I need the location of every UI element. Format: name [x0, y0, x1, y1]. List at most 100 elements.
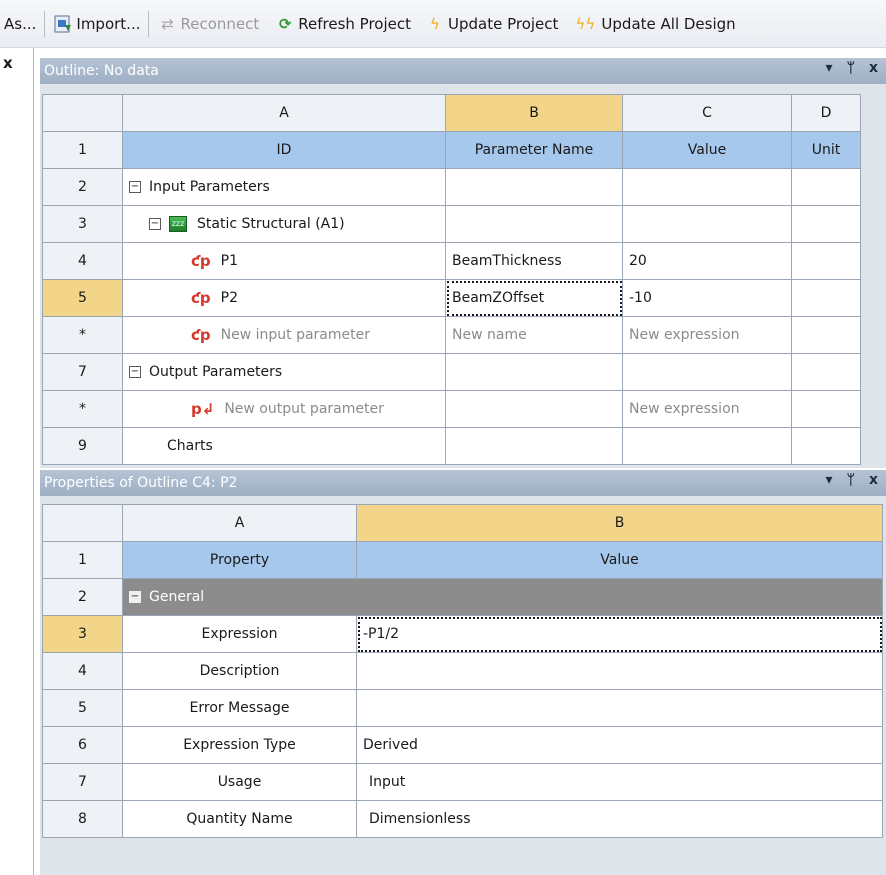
- table-row: * ƈp New input parameter New name New exp…: [42, 316, 861, 354]
- new-expression-cell[interactable]: New expression: [622, 390, 792, 428]
- row-number[interactable]: 3: [42, 205, 123, 243]
- toolbar: As... Import... ⇄ Reconnect ⟳ Refresh Pr…: [0, 0, 886, 48]
- dropdown-icon[interactable]: ▾: [826, 60, 833, 76]
- cell[interactable]: [791, 390, 861, 428]
- row-number[interactable]: 6: [42, 726, 123, 764]
- reconnect-icon: ⇄: [161, 14, 174, 33]
- input-parameter-icon: ƈp: [191, 326, 211, 344]
- import-button[interactable]: Import...: [49, 9, 144, 39]
- parameter-value-cell[interactable]: -10: [622, 279, 792, 317]
- toolbar-separator: [148, 10, 150, 37]
- divider: [33, 48, 34, 875]
- cell[interactable]: [791, 427, 861, 465]
- static-structural-item[interactable]: − zzz Static Structural (A1): [122, 205, 446, 243]
- unit-cell[interactable]: [791, 316, 861, 354]
- update-all-button[interactable]: ϟϟ Update All Design: [568, 9, 739, 39]
- row-number[interactable]: *: [42, 390, 123, 428]
- parameter-value-cell[interactable]: 20: [622, 242, 792, 280]
- cell[interactable]: [445, 168, 623, 206]
- parameter-p2[interactable]: ƈp P2: [122, 279, 446, 317]
- cell[interactable]: [622, 427, 792, 465]
- dropdown-icon[interactable]: ▾: [826, 472, 833, 488]
- cell[interactable]: [445, 427, 623, 465]
- row-number[interactable]: 5: [42, 279, 123, 317]
- quantity-name-value[interactable]: Dimensionless: [356, 800, 883, 838]
- cell[interactable]: [622, 205, 792, 243]
- new-output-parameter[interactable]: p↲ New output parameter: [122, 390, 446, 428]
- unit-cell[interactable]: [791, 279, 861, 317]
- refresh-project-button[interactable]: ⟳ Refresh Project: [271, 9, 415, 39]
- parameter-name-cell[interactable]: BeamThickness: [445, 242, 623, 280]
- unit-cell[interactable]: [791, 242, 861, 280]
- output-parameters-group[interactable]: − Output Parameters: [122, 353, 446, 391]
- row-number[interactable]: 1: [42, 131, 123, 169]
- cell[interactable]: [622, 168, 792, 206]
- outline-title: Outline: No data: [44, 63, 159, 79]
- input-parameters-group[interactable]: − Input Parameters: [122, 168, 446, 206]
- cell[interactable]: [445, 390, 623, 428]
- row-number[interactable]: 4: [42, 242, 123, 280]
- column-header-d[interactable]: D: [791, 94, 861, 132]
- cell[interactable]: [791, 205, 861, 243]
- row-number[interactable]: 7: [42, 763, 123, 801]
- new-input-label: New input parameter: [220, 327, 370, 343]
- row-number[interactable]: 2: [42, 578, 123, 616]
- cell[interactable]: [445, 353, 623, 391]
- table-row: 4 Description: [42, 652, 883, 690]
- pin-icon[interactable]: ᛘ: [847, 472, 855, 488]
- properties-panel-header: Properties of Outline C4: P2 ▾ ᛘ x: [40, 470, 886, 496]
- column-header-a[interactable]: A: [122, 504, 357, 542]
- collapse-icon[interactable]: −: [129, 181, 141, 193]
- row-number[interactable]: 7: [42, 353, 123, 391]
- close-icon[interactable]: x: [3, 54, 13, 72]
- reconnect-button[interactable]: ⇄ Reconnect: [153, 9, 263, 39]
- table-row: 5 ƈp P2 BeamZOffset -10: [42, 279, 861, 317]
- corner-cell[interactable]: [42, 504, 123, 542]
- properties-title: Properties of Outline C4: P2: [44, 475, 238, 491]
- expression-value[interactable]: -P1/2: [356, 615, 883, 653]
- close-icon[interactable]: x: [869, 472, 878, 488]
- save-as-button[interactable]: As...: [0, 9, 40, 39]
- row-number[interactable]: 9: [42, 427, 123, 465]
- charts-item[interactable]: Charts: [122, 427, 446, 465]
- new-expression-cell[interactable]: New expression: [622, 316, 792, 354]
- pin-icon[interactable]: ᛘ: [847, 60, 855, 76]
- cell[interactable]: [791, 353, 861, 391]
- cell[interactable]: [622, 353, 792, 391]
- property-name: Expression: [122, 615, 357, 653]
- collapse-icon[interactable]: −: [129, 366, 141, 378]
- row-number[interactable]: *: [42, 316, 123, 354]
- row-number[interactable]: 8: [42, 800, 123, 838]
- new-input-parameter[interactable]: ƈp New input parameter: [122, 316, 446, 354]
- parameter-p1[interactable]: ƈp P1: [122, 242, 446, 280]
- header-property: Property: [122, 541, 357, 579]
- general-group[interactable]: − General: [122, 578, 883, 616]
- update-project-button[interactable]: ϟ Update Project: [421, 9, 562, 39]
- row-number[interactable]: 3: [42, 615, 123, 653]
- error-message-value: [356, 689, 883, 727]
- column-header-row: A B C D: [42, 94, 861, 132]
- close-icon[interactable]: x: [869, 60, 878, 76]
- row-number[interactable]: 2: [42, 168, 123, 206]
- cell[interactable]: [445, 205, 623, 243]
- column-header-b[interactable]: B: [356, 504, 883, 542]
- import-icon: [53, 14, 73, 34]
- column-header-a[interactable]: A: [122, 94, 446, 132]
- row-number[interactable]: 1: [42, 541, 123, 579]
- collapse-icon[interactable]: −: [149, 218, 161, 230]
- row-number[interactable]: 5: [42, 689, 123, 727]
- description-value[interactable]: [356, 652, 883, 690]
- corner-cell[interactable]: [42, 94, 123, 132]
- cell[interactable]: [791, 168, 861, 206]
- new-name-cell[interactable]: New name: [445, 316, 623, 354]
- table-row: 4 ƈp P1 BeamThickness 20: [42, 242, 861, 280]
- collapse-icon[interactable]: −: [129, 591, 141, 603]
- parameter-name-cell[interactable]: BeamZOffset: [445, 279, 623, 317]
- column-header-c[interactable]: C: [622, 94, 792, 132]
- parameter-id: P1: [220, 253, 238, 269]
- property-name: Error Message: [122, 689, 357, 727]
- column-header-b[interactable]: B: [445, 94, 623, 132]
- table-row: 8 Quantity Name Dimensionless: [42, 800, 883, 838]
- input-parameter-icon: ƈp: [191, 252, 211, 270]
- row-number[interactable]: 4: [42, 652, 123, 690]
